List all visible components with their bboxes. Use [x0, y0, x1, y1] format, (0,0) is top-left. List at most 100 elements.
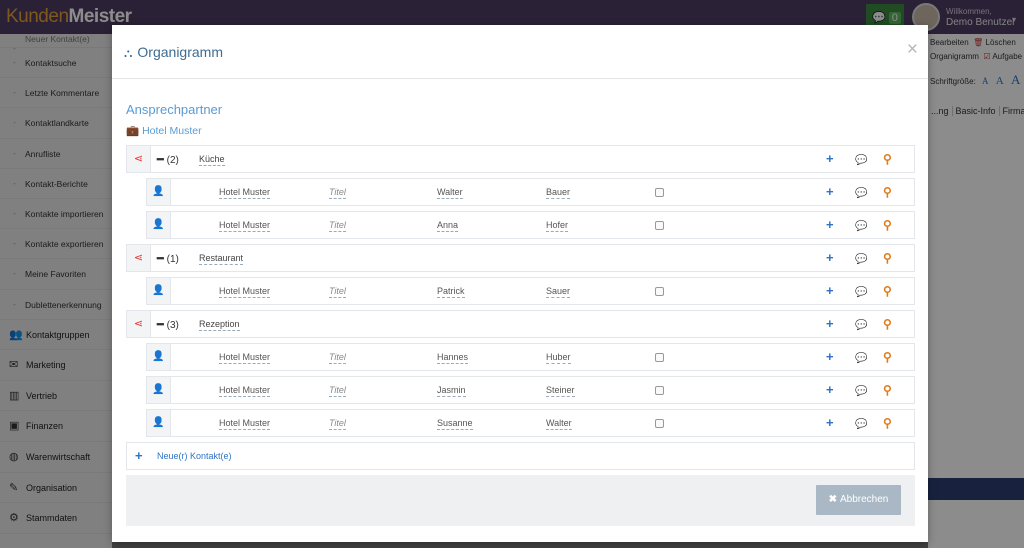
group-row: ⋖ ━ (3) Rezeption + 💬 ⚲ [126, 310, 915, 338]
share-button[interactable]: ⋖ [127, 245, 151, 271]
contact-icon-cell: 👤 [147, 410, 171, 436]
user-icon: 👤 [152, 417, 165, 428]
contact-first-name[interactable]: Patrick [437, 286, 465, 298]
contact-row: 👤 Hotel Muster Titel Hannes Huber + 💬 ⚲ [146, 343, 915, 371]
contact-first-name[interactable]: Hannes [437, 352, 469, 364]
group-name[interactable]: Küche [199, 154, 225, 166]
add-icon[interactable]: + [826, 317, 834, 331]
add-icon[interactable]: + [826, 383, 834, 397]
close-icon: ✖ [828, 494, 837, 505]
close-icon[interactable]: × [907, 39, 918, 61]
search-icon[interactable]: ⚲ [883, 317, 892, 331]
row-actions: + 💬 ⚲ [826, 218, 896, 234]
group-toggle[interactable]: ━ (2) [157, 153, 179, 166]
row-actions: + 💬 ⚲ [826, 383, 896, 399]
briefcase-icon: 💼 [126, 125, 140, 137]
new-contact-row[interactable]: + Neue(r) Kontakt(e) [126, 442, 915, 470]
group-name[interactable]: Restaurant [199, 253, 244, 265]
share-button[interactable]: ⋖ [127, 146, 151, 172]
new-contact-link[interactable]: Neue(r) Kontakt(e) [157, 451, 232, 461]
search-icon[interactable]: ⚲ [883, 251, 892, 265]
share-icon: ⋖ [133, 252, 144, 264]
contact-last-name[interactable]: Walter [546, 418, 572, 430]
group-count: (1) [166, 254, 179, 265]
contact-company[interactable]: Hotel Muster [219, 418, 271, 430]
contact-icon-cell: 👤 [147, 179, 171, 205]
add-icon[interactable]: + [826, 218, 834, 232]
contact-title[interactable]: Titel [329, 385, 346, 397]
group-toggle[interactable]: ━ (3) [157, 318, 179, 331]
contact-last-name[interactable]: Steiner [546, 385, 575, 397]
sitemap-icon: ⛬ [124, 46, 133, 60]
contact-checkbox[interactable] [655, 287, 664, 296]
contact-last-name[interactable]: Sauer [546, 286, 571, 298]
add-icon[interactable]: + [826, 152, 834, 166]
search-icon[interactable]: ⚲ [883, 383, 892, 397]
contact-row: 👤 Hotel Muster Titel Walter Bauer + 💬 ⚲ [146, 178, 915, 206]
minus-icon: ━ [157, 319, 164, 331]
share-button[interactable]: ⋖ [127, 311, 151, 337]
comment-icon[interactable]: 💬 [855, 254, 867, 265]
contact-first-name[interactable]: Susanne [437, 418, 473, 430]
comment-icon[interactable]: 💬 [855, 419, 867, 430]
row-actions: + 💬 ⚲ [826, 284, 896, 300]
contact-last-name[interactable]: Hofer [546, 220, 569, 232]
comment-icon[interactable]: 💬 [855, 386, 867, 397]
contact-checkbox[interactable] [655, 188, 664, 197]
comment-icon[interactable]: 💬 [855, 287, 867, 298]
search-icon[interactable]: ⚲ [883, 416, 892, 430]
contact-title[interactable]: Titel [329, 352, 346, 364]
cancel-button[interactable]: ✖ Abbrechen [816, 485, 901, 515]
search-icon[interactable]: ⚲ [883, 152, 892, 166]
add-icon[interactable]: + [826, 284, 834, 298]
add-icon[interactable]: + [826, 251, 834, 265]
contact-last-name[interactable]: Huber [546, 352, 571, 364]
contact-company[interactable]: Hotel Muster [219, 352, 271, 364]
group-toggle[interactable]: ━ (1) [157, 252, 179, 265]
minus-icon: ━ [157, 253, 164, 265]
row-actions: + 💬 ⚲ [826, 416, 896, 432]
user-icon: 👤 [152, 351, 165, 362]
contact-checkbox[interactable] [655, 353, 664, 362]
group-name[interactable]: Rezeption [199, 319, 240, 331]
contact-row: 👤 Hotel Muster Titel Anna Hofer + 💬 ⚲ [146, 211, 915, 239]
contact-title[interactable]: Titel [329, 418, 346, 430]
contact-checkbox[interactable] [655, 386, 664, 395]
row-actions: + 💬 ⚲ [826, 251, 896, 267]
contact-first-name[interactable]: Jasmin [437, 385, 466, 397]
contact-company[interactable]: Hotel Muster [219, 286, 271, 298]
company-link[interactable]: 💼 Hotel Muster [126, 124, 202, 137]
row-actions: + 💬 ⚲ [826, 350, 896, 366]
contact-checkbox[interactable] [655, 419, 664, 428]
contact-company[interactable]: Hotel Muster [219, 220, 271, 232]
contact-checkbox[interactable] [655, 221, 664, 230]
contact-title[interactable]: Titel [329, 220, 346, 232]
user-icon: 👤 [152, 285, 165, 296]
search-icon[interactable]: ⚲ [883, 350, 892, 364]
contact-company[interactable]: Hotel Muster [219, 187, 271, 199]
add-icon[interactable]: + [826, 416, 834, 430]
modal-footer: ✖ Abbrechen [126, 475, 915, 526]
search-icon[interactable]: ⚲ [883, 185, 892, 199]
share-icon: ⋖ [133, 153, 144, 165]
search-icon[interactable]: ⚲ [883, 284, 892, 298]
comment-icon[interactable]: 💬 [855, 155, 867, 166]
comment-icon[interactable]: 💬 [855, 188, 867, 199]
share-icon: ⋖ [133, 318, 144, 330]
contact-first-name[interactable]: Anna [437, 220, 459, 232]
add-icon[interactable]: + [826, 185, 834, 199]
add-icon[interactable]: + [135, 448, 143, 463]
contact-title[interactable]: Titel [329, 286, 346, 298]
comment-icon[interactable]: 💬 [855, 320, 867, 331]
modal-header: ⛬ Organigramm × [112, 25, 928, 79]
contact-row: 👤 Hotel Muster Titel Susanne Walter + 💬 ⚲ [146, 409, 915, 437]
contact-first-name[interactable]: Walter [437, 187, 463, 199]
contact-title[interactable]: Titel [329, 187, 346, 199]
add-icon[interactable]: + [826, 350, 834, 364]
contact-icon-cell: 👤 [147, 344, 171, 370]
search-icon[interactable]: ⚲ [883, 218, 892, 232]
comment-icon[interactable]: 💬 [855, 221, 867, 232]
comment-icon[interactable]: 💬 [855, 353, 867, 364]
contact-last-name[interactable]: Bauer [546, 187, 571, 199]
contact-company[interactable]: Hotel Muster [219, 385, 271, 397]
